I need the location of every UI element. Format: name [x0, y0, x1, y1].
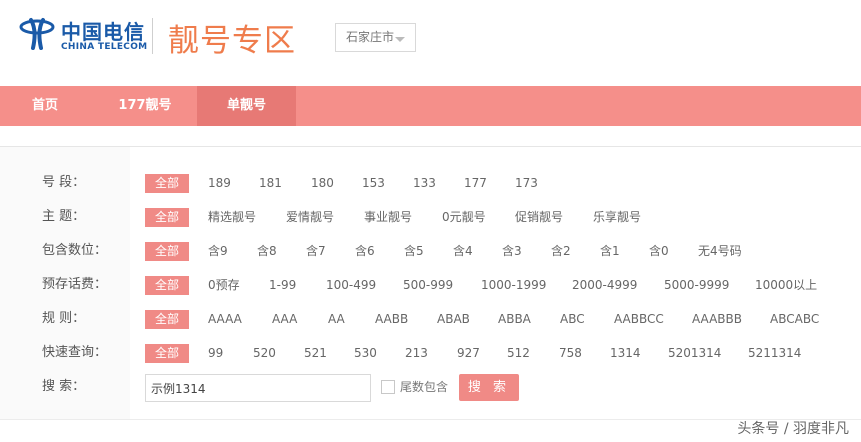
filter-option[interactable]: 含6	[355, 239, 375, 263]
logo-divider	[152, 18, 153, 54]
filter-option[interactable]: 927	[457, 341, 480, 365]
filter-option[interactable]: 512	[507, 341, 530, 365]
filter-option[interactable]: AAA	[272, 307, 297, 331]
filter-option[interactable]: 含3	[502, 239, 522, 263]
filter-option[interactable]: 事业靓号	[364, 205, 412, 229]
filter-option[interactable]: 213	[405, 341, 428, 365]
filter-all-button[interactable]: 全部	[145, 242, 189, 261]
filter-option[interactable]: AABBCC	[614, 307, 664, 331]
filter-option[interactable]: 1000-1999	[481, 273, 546, 297]
filter-option[interactable]: AABB	[375, 307, 408, 331]
china-telecom-logo[interactable]: 中国电信 CHINA TELECOM	[17, 14, 149, 56]
filter-option[interactable]: 含8	[257, 239, 277, 263]
tail-match-label[interactable]: 尾数包含	[400, 378, 448, 395]
filter-option[interactable]: ABBA	[498, 307, 531, 331]
header: 中国电信 CHINA TELECOM 靓号专区 石家庄市	[0, 0, 861, 82]
filter-option[interactable]: 153	[362, 171, 385, 195]
logo-chinese-text: 中国电信	[61, 20, 145, 44]
filter-label: 快速查询：	[42, 345, 108, 360]
filter-option[interactable]: 乐享靓号	[593, 205, 641, 229]
filter-option[interactable]: ABAB	[437, 307, 470, 331]
filter-option[interactable]: 含4	[453, 239, 473, 263]
filter-label: 规 则：	[42, 311, 86, 326]
filter-all-button[interactable]: 全部	[145, 174, 189, 193]
filter-option[interactable]: 189	[208, 171, 231, 195]
filter-row-prepay: 预存话费： 全部 0预存 1-99 100-499 500-999 1000-1…	[0, 273, 861, 297]
filter-option[interactable]: 177	[464, 171, 487, 195]
filter-all-button[interactable]: 全部	[145, 344, 189, 363]
filter-option[interactable]: 181	[259, 171, 282, 195]
search-label: 搜 索：	[42, 379, 86, 394]
filter-option[interactable]: ABCABC	[770, 307, 819, 331]
main-nav: 首页 177靓号 单靓号	[0, 86, 861, 126]
city-select-value: 石家庄市	[346, 30, 395, 44]
filter-option[interactable]: 100-499	[326, 273, 376, 297]
divider	[0, 419, 861, 420]
filter-option[interactable]: 含5	[404, 239, 424, 263]
chevron-down-icon	[395, 37, 405, 42]
filter-option[interactable]: 758	[559, 341, 582, 365]
filter-option[interactable]: 含2	[551, 239, 571, 263]
filter-option[interactable]: 521	[304, 341, 327, 365]
filter-option[interactable]: 爱情靓号	[286, 205, 334, 229]
filter-row-pattern: 规 则： 全部 AAAA AAA AA AABB ABAB ABBA ABC A…	[0, 307, 861, 331]
filter-label: 号 段：	[42, 175, 86, 190]
filter-all-button[interactable]: 全部	[145, 310, 189, 329]
search-input[interactable]	[145, 374, 371, 402]
filter-option[interactable]: 精选靓号	[208, 205, 256, 229]
filter-option[interactable]: 5211314	[748, 341, 801, 365]
filter-row-theme: 主 题： 全部 精选靓号 爱情靓号 事业靓号 0元靓号 促销靓号 乐享靓号	[0, 205, 861, 229]
filter-all-button[interactable]: 全部	[145, 276, 189, 295]
filter-label: 预存话费：	[42, 277, 108, 292]
logo-english-text: CHINA TELECOM	[61, 42, 148, 52]
filter-option[interactable]: 530	[354, 341, 377, 365]
filter-option[interactable]: 无4号码	[698, 239, 742, 263]
china-telecom-logo-icon	[19, 18, 55, 50]
filter-option[interactable]: ABC	[560, 307, 585, 331]
filter-option[interactable]: 5201314	[668, 341, 721, 365]
filter-option[interactable]: 0预存	[208, 273, 240, 297]
search-button[interactable]: 搜 索	[459, 374, 519, 401]
filter-option[interactable]: 5000-9999	[664, 273, 729, 297]
filter-option[interactable]: 2000-4999	[572, 273, 637, 297]
filter-option[interactable]: 含7	[306, 239, 326, 263]
filter-all-button[interactable]: 全部	[145, 208, 189, 227]
city-select[interactable]: 石家庄市	[335, 23, 416, 52]
filter-option[interactable]: 133	[413, 171, 436, 195]
filter-row-prefix: 号 段： 全部 189 181 180 153 133 177 173	[0, 171, 861, 195]
nav-item-single[interactable]: 单靓号	[197, 86, 296, 126]
filter-option[interactable]: 促销靓号	[515, 205, 563, 229]
filter-option[interactable]: AAABBB	[692, 307, 742, 331]
filter-option[interactable]: 180	[311, 171, 334, 195]
filter-option[interactable]: 0元靓号	[442, 205, 486, 229]
watermark-text: 头条号 / 羽度非凡	[737, 421, 849, 437]
filter-option[interactable]: 1314	[610, 341, 641, 365]
filter-option[interactable]: 1-99	[269, 273, 296, 297]
nav-item-home[interactable]: 首页	[0, 86, 90, 126]
filter-option[interactable]: AAAA	[208, 307, 242, 331]
tail-match-checkbox[interactable]	[381, 380, 395, 394]
filter-option[interactable]: 含9	[208, 239, 228, 263]
filter-option[interactable]: 含1	[600, 239, 620, 263]
filter-option[interactable]: 173	[515, 171, 538, 195]
filter-row-quick: 快速查询： 全部 99 520 521 530 213 927 512 758 …	[0, 341, 861, 365]
filter-option[interactable]: 520	[253, 341, 276, 365]
filter-option[interactable]: 含0	[649, 239, 669, 263]
filter-label: 主 题：	[42, 209, 86, 224]
filter-option[interactable]: 10000以上	[755, 273, 817, 297]
filter-option[interactable]: 99	[208, 341, 223, 365]
filter-option[interactable]: 500-999	[403, 273, 453, 297]
nav-item-177[interactable]: 177靓号	[100, 86, 190, 126]
filter-row-digits: 包含数位： 全部 含9 含8 含7 含6 含5 含4 含3 含2 含1 含0 无…	[0, 239, 861, 263]
filter-label: 包含数位：	[42, 243, 108, 258]
filter-option[interactable]: AA	[328, 307, 345, 331]
page-title: 靓号专区	[168, 23, 296, 59]
